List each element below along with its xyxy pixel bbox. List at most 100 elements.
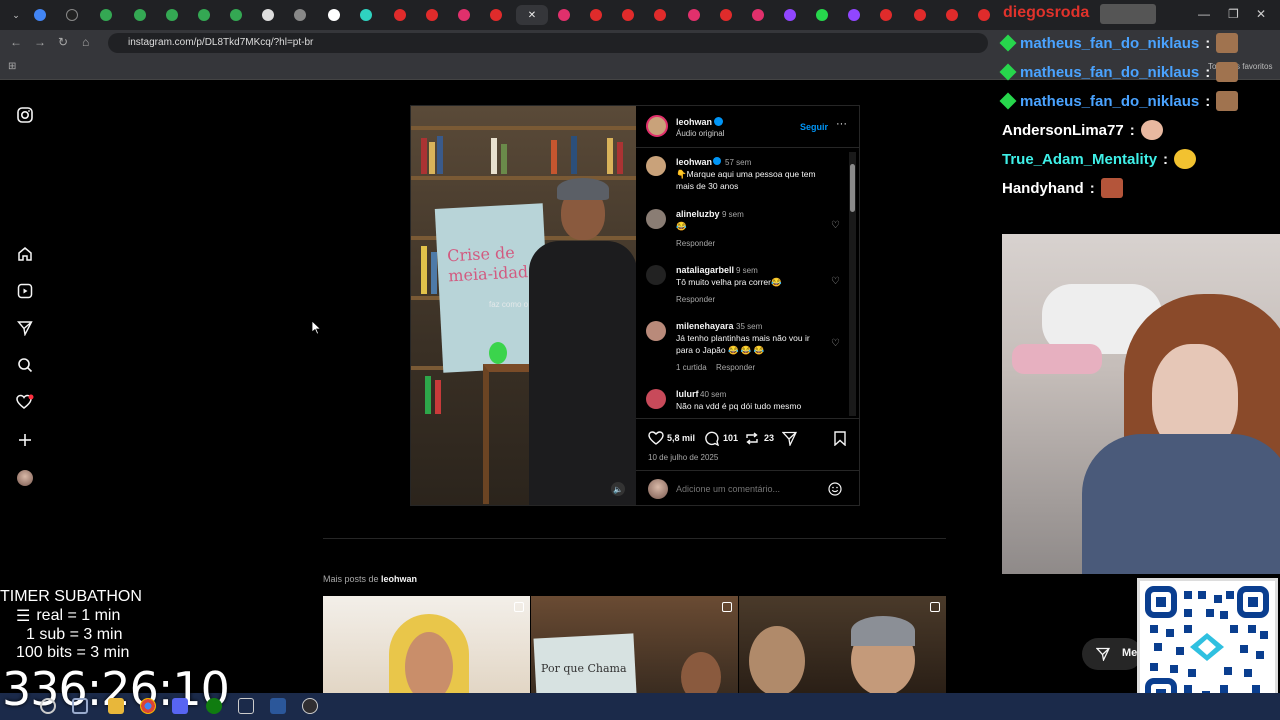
tab-favicon[interactable] [28,5,52,25]
tab-favicon[interactable] [256,5,280,25]
tab-favicon[interactable] [810,5,834,25]
comment-username[interactable]: alineluzby [676,209,720,219]
forward-icon[interactable]: → [34,35,46,49]
tab-favicon[interactable] [388,5,412,25]
comment-username[interactable]: nataliagarbell [676,265,734,275]
tab-favicon[interactable] [682,5,706,25]
minimize-icon[interactable]: — [1198,7,1210,21]
comment-username[interactable]: milenehayara [676,321,734,331]
like-count[interactable]: 5,8 mil [667,433,695,443]
comment-like-icon[interactable]: ♡ [831,338,840,349]
word-icon[interactable] [270,698,286,714]
add-comment-input[interactable] [676,481,816,497]
tab-favicon[interactable] [60,5,84,25]
tab-favicon[interactable] [972,5,996,25]
tab-favicon[interactable] [192,5,216,25]
tab-favicon[interactable] [874,5,898,25]
scrollbar-thumb[interactable] [850,164,855,212]
create-plus-icon[interactable] [16,431,34,449]
tab-favicon[interactable] [128,5,152,25]
search-icon[interactable] [40,698,56,714]
caption-avatar[interactable] [646,156,666,176]
comments-scrollbar[interactable] [849,152,856,416]
more-options-icon[interactable]: ··· [836,118,847,130]
reload-icon[interactable]: ↻ [58,35,68,49]
address-bar[interactable]: instagram.com/p/DL8Tkd7MKcq/?hl=pt-br [108,33,988,53]
tab-favicon[interactable] [616,5,640,25]
tab-favicon[interactable] [908,5,932,25]
share-count[interactable]: 23 [764,433,774,443]
tab-favicon[interactable] [452,5,476,25]
tab-favicon[interactable] [354,5,378,25]
chrome-icon[interactable] [140,698,156,714]
post-actions: 5,8 mil 101 23 10 de julho de 2025 [636,418,860,478]
tab-favicon[interactable] [322,5,346,25]
like-heart-icon[interactable] [648,431,664,445]
home-icon[interactable]: ⌂ [82,35,89,49]
post-video[interactable]: Crise de meia-idade faz como o Flash 🔈 [411,106,636,505]
obs-icon[interactable] [302,698,318,714]
comment-avatar[interactable] [646,321,666,341]
comment-like-icon[interactable]: ♡ [831,220,840,231]
more-post-thumbnail[interactable] [739,596,946,693]
tab-favicon[interactable] [584,5,608,25]
comment-count[interactable]: 101 [723,433,738,443]
tab-favicon[interactable] [420,5,444,25]
more-posts-username[interactable]: leohwan [381,574,417,584]
author-avatar[interactable] [646,115,668,137]
mute-icon[interactable]: 🔈 [611,482,625,496]
comment-likes[interactable]: 1 curtida [676,363,707,372]
task-view-icon[interactable] [72,698,88,714]
more-post-thumbnail[interactable] [323,596,530,693]
more-post-thumbnail[interactable]: Por que Chama [531,596,738,693]
home-icon[interactable] [16,245,34,263]
comment-username[interactable]: lulurf [676,389,699,399]
tab-favicon[interactable] [746,5,770,25]
repost-icon[interactable] [744,431,760,446]
follow-button[interactable]: Seguir [800,122,828,132]
author-username[interactable]: leohwan [676,117,712,127]
tab-favicon[interactable] [160,5,184,25]
file-explorer-icon[interactable] [108,698,124,714]
profile-avatar[interactable] [16,469,34,487]
messages-button[interactable]: Mer [1082,638,1142,670]
comment-like-icon[interactable]: ♡ [831,276,840,287]
emoji-icon[interactable] [828,482,842,496]
comment-avatar[interactable] [646,209,666,229]
reply-button[interactable]: Responder [676,239,715,248]
tab-favicon[interactable] [648,5,672,25]
search-icon[interactable] [16,356,34,374]
close-icon[interactable]: ✕ [1256,7,1266,21]
tab-favicon[interactable] [778,5,802,25]
tab-favicon[interactable] [288,5,312,25]
share-send-icon[interactable] [782,431,797,446]
comment-avatar[interactable] [646,389,666,409]
caption-username[interactable]: leohwan [676,157,712,167]
tab-favicon[interactable] [224,5,248,25]
back-icon[interactable]: ← [10,35,22,49]
tab-search-menu[interactable]: ⌄ [4,5,28,25]
discord-icon[interactable] [172,698,188,714]
tab-favicon[interactable] [484,5,508,25]
xbox-icon[interactable] [206,698,222,714]
reels-icon[interactable] [16,282,34,300]
app-icon[interactable] [238,698,254,714]
messages-icon[interactable] [16,319,34,337]
audio-label[interactable]: Áudio original [676,129,724,138]
comment-bubble-icon[interactable] [704,431,719,446]
tab-favicon[interactable] [552,5,576,25]
tab-favicon[interactable] [94,5,118,25]
tab-favicon[interactable] [714,5,738,25]
maximize-icon[interactable]: ❐ [1228,7,1239,21]
save-bookmark-icon[interactable] [834,431,846,446]
reply-button[interactable]: Responder [716,363,755,372]
reply-button[interactable]: Responder [676,295,715,304]
tab-active[interactable]: ✕ [516,5,548,25]
tab-favicon[interactable] [940,5,964,25]
comment-avatar[interactable] [646,265,666,285]
webcam-feed [1002,234,1280,574]
tab-favicon[interactable] [842,5,866,25]
apps-grid-icon[interactable]: ⊞ [8,61,16,72]
instagram-logo-icon[interactable] [16,106,34,124]
notifications-heart-icon[interactable] [16,393,34,411]
